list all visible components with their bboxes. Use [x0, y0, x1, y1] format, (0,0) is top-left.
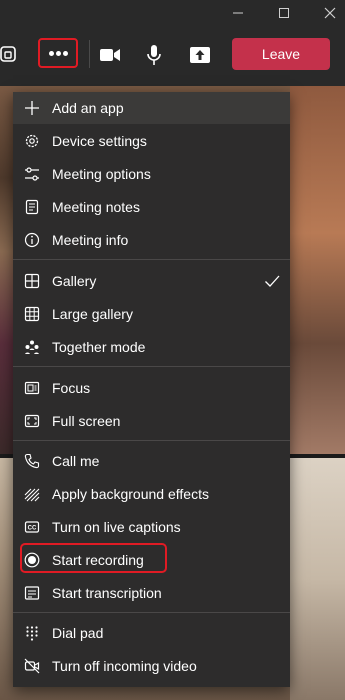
menu-divider [13, 612, 290, 613]
menu-item-label: Start transcription [52, 585, 162, 601]
menu-item-label: Meeting notes [52, 199, 140, 215]
menu-item-label: Call me [52, 453, 100, 469]
share-tray-icon[interactable] [0, 38, 24, 72]
menu-item-label: Device settings [52, 133, 147, 149]
teams-meeting-window: Leave Add an app Device settings Meeting… [0, 0, 345, 700]
camera-icon[interactable] [93, 38, 127, 72]
menu-item-label: Meeting info [52, 232, 129, 248]
notes-icon [25, 199, 39, 215]
dialpad-icon [26, 626, 38, 641]
menu-item-call-me[interactable]: Call me [13, 445, 290, 477]
menu-item-meeting-notes[interactable]: Meeting notes [13, 191, 290, 223]
sliders-icon [25, 167, 39, 181]
captions-icon: CC [24, 521, 40, 533]
minimize-icon[interactable] [224, 3, 252, 23]
svg-text:CC: CC [28, 526, 37, 532]
focus-icon [24, 381, 40, 395]
menu-item-label: Turn on live captions [52, 519, 181, 535]
checkmark-icon [265, 275, 280, 287]
menu-item-meeting-options[interactable]: Meeting options [13, 158, 290, 190]
menu-item-full-screen[interactable]: Full screen [13, 405, 290, 437]
menu-item-label: Together mode [52, 339, 146, 355]
menu-item-add-an-app[interactable]: Add an app [13, 92, 290, 124]
fullscreen-icon [24, 414, 40, 428]
menu-item-label: Add an app [52, 100, 124, 116]
menu-item-large-gallery[interactable]: Large gallery [13, 298, 290, 330]
plus-icon [25, 101, 39, 115]
leave-button[interactable]: Leave [232, 38, 330, 70]
menu-item-together-mode[interactable]: Together mode [13, 331, 290, 363]
transcript-icon [24, 586, 40, 600]
menu-item-label: Large gallery [52, 306, 133, 322]
menu-item-turn-off-incoming-video[interactable]: Turn off incoming video [13, 650, 290, 682]
more-actions-menu: Add an app Device settings Meeting optio… [13, 92, 290, 687]
title-bar [0, 0, 345, 26]
menu-item-label: Apply background effects [52, 486, 209, 502]
menu-item-turn-on-live-captions[interactable]: CC Turn on live captions [13, 511, 290, 543]
more-actions-button[interactable] [38, 38, 78, 68]
participant-video-tile [290, 86, 345, 454]
share-content-icon[interactable] [183, 38, 217, 72]
menu-item-label: Meeting options [52, 166, 151, 182]
close-icon[interactable] [316, 3, 344, 23]
menu-divider [13, 259, 290, 260]
grid-icon [24, 273, 40, 289]
menu-item-meeting-info[interactable]: Meeting info [13, 224, 290, 256]
toolbar-divider [89, 40, 90, 68]
meeting-toolbar: Leave [0, 26, 345, 86]
participant-video-tile [290, 458, 345, 700]
menu-divider [13, 440, 290, 441]
menu-item-label: Focus [52, 380, 91, 396]
start-recording-highlight-box [20, 543, 167, 573]
menu-item-label: Turn off incoming video [52, 658, 197, 674]
menu-item-label: Dial pad [52, 625, 104, 641]
menu-divider [13, 366, 290, 367]
more-actions-icon [49, 51, 54, 56]
menu-item-label: Full screen [52, 413, 121, 429]
phone-icon [24, 453, 40, 469]
menu-item-gallery[interactable]: Gallery [13, 265, 290, 297]
menu-item-label: Gallery [52, 273, 97, 289]
gear-icon [25, 134, 39, 148]
background-effects-icon [24, 488, 40, 502]
video-off-icon [24, 658, 40, 674]
microphone-icon[interactable] [137, 38, 171, 72]
maximize-icon[interactable] [270, 3, 298, 23]
info-icon [24, 232, 40, 248]
menu-item-dial-pad[interactable]: Dial pad [13, 617, 290, 649]
menu-item-start-transcription[interactable]: Start transcription [13, 577, 290, 609]
large-grid-icon [24, 306, 40, 322]
menu-item-apply-background-effects[interactable]: Apply background effects [13, 478, 290, 510]
menu-item-device-settings[interactable]: Device settings [13, 125, 290, 157]
menu-item-focus[interactable]: Focus [13, 372, 290, 404]
people-icon [25, 340, 39, 354]
